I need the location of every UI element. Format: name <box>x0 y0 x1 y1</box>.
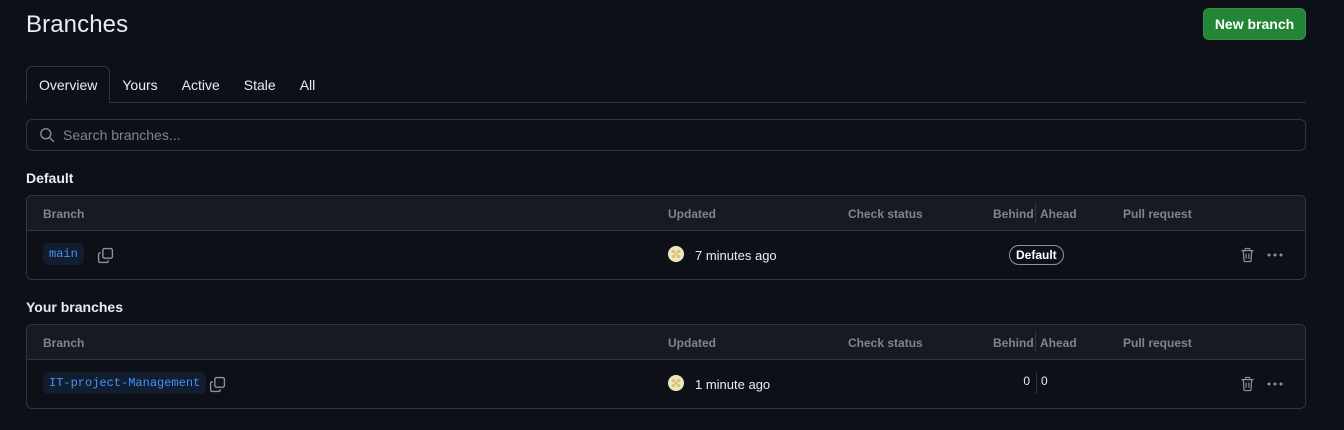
branches-page: Branches New branch Overview Yours Activ… <box>0 0 1344 430</box>
behind-ahead-divider <box>1036 372 1037 394</box>
kebab-horizontal-icon[interactable] <box>1265 374 1285 394</box>
tab-active[interactable]: Active <box>170 66 232 103</box>
column-updated: Updated <box>668 336 716 350</box>
search-icon <box>40 128 55 143</box>
your-branches-table: Branch Updated Check status Behind Ahead… <box>26 324 1306 409</box>
avatar[interactable] <box>668 246 684 262</box>
tab-stale[interactable]: Stale <box>232 66 288 103</box>
column-branch: Branch <box>43 336 85 350</box>
branch-name-link[interactable]: main <box>43 243 84 265</box>
behind-count: 0 <box>1023 374 1030 388</box>
column-pull-request: Pull request <box>1123 336 1192 350</box>
branch-filter-tabs: Overview Yours Active Stale All <box>26 66 1306 103</box>
search-input[interactable] <box>63 127 1263 143</box>
ahead-count: 0 <box>1041 374 1048 388</box>
column-behind: Behind <box>993 336 1034 350</box>
default-branches-table: Branch Updated Check status Behind Ahead… <box>26 195 1306 280</box>
tab-overview[interactable]: Overview <box>26 66 111 103</box>
default-badge: Default <box>1009 245 1064 265</box>
tab-yours[interactable]: Yours <box>110 66 169 103</box>
column-ahead: Ahead <box>1040 207 1077 221</box>
column-pull-request: Pull request <box>1123 207 1192 221</box>
column-check-status: Check status <box>848 336 923 350</box>
search-box <box>26 119 1306 151</box>
copy-icon[interactable] <box>95 245 115 265</box>
table-header: Branch Updated Check status Behind Ahead… <box>27 196 1305 231</box>
column-divider <box>1035 203 1036 223</box>
page-title: Branches <box>26 11 129 38</box>
new-branch-button[interactable]: New branch <box>1203 8 1306 40</box>
column-updated: Updated <box>668 207 716 221</box>
table-row: IT-project-Management 1 minute ago 0 0 <box>27 360 1305 408</box>
column-divider <box>1035 332 1036 352</box>
column-branch: Branch <box>43 207 85 221</box>
default-section-heading: Default <box>26 170 74 186</box>
column-behind: Behind <box>993 207 1034 221</box>
column-check-status: Check status <box>848 207 923 221</box>
updated-time: 7 minutes ago <box>695 248 777 263</box>
updated-time: 1 minute ago <box>695 377 771 392</box>
branch-name-link[interactable]: IT-project-Management <box>43 372 207 394</box>
copy-icon[interactable] <box>207 374 227 394</box>
trash-icon[interactable] <box>1237 374 1257 394</box>
table-header: Branch Updated Check status Behind Ahead… <box>27 325 1305 360</box>
trash-icon[interactable] <box>1237 245 1257 265</box>
column-ahead: Ahead <box>1040 336 1077 350</box>
kebab-horizontal-icon[interactable] <box>1265 245 1285 265</box>
avatar[interactable] <box>668 375 684 391</box>
your-branches-heading: Your branches <box>26 299 123 315</box>
table-row: main 7 minutes ago Default <box>27 231 1305 279</box>
tab-all[interactable]: All <box>288 66 328 103</box>
